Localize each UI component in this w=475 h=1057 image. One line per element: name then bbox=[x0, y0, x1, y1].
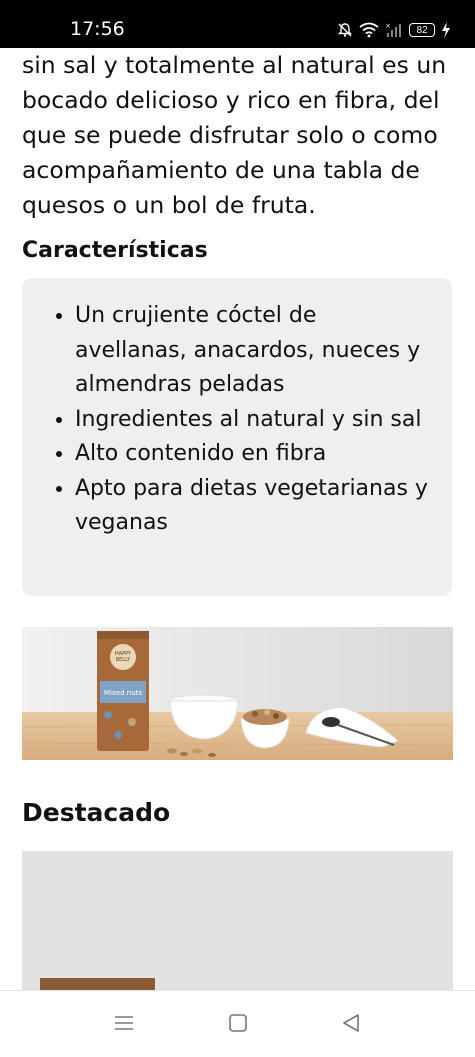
wifi-icon bbox=[359, 22, 379, 38]
back-triangle-icon[interactable] bbox=[340, 1013, 362, 1038]
menu-icon[interactable] bbox=[113, 1013, 135, 1038]
nut-package: HAPPY BELLY Mixed nuts bbox=[97, 631, 149, 751]
features-box: Un crujiente cóctel de avellanas, anacar… bbox=[22, 278, 452, 596]
signal-icon: × bbox=[385, 22, 403, 38]
features-list: Un crujiente cóctel de avellanas, anacar… bbox=[22, 278, 452, 541]
featured-image[interactable] bbox=[22, 851, 453, 1001]
svg-text:×: × bbox=[385, 22, 391, 30]
status-icons: × 82 bbox=[337, 18, 451, 42]
description-line: quesos o un bol de fruta. bbox=[22, 191, 316, 219]
description-line: acompañamiento de una tabla de bbox=[22, 156, 420, 184]
home-square-icon[interactable] bbox=[227, 1013, 249, 1038]
svg-text:BELLY: BELLY bbox=[116, 657, 131, 663]
destacado-heading: Destacado bbox=[22, 798, 171, 827]
description-line: que se puede disfrutar solo o como bbox=[22, 121, 438, 149]
status-time: 17:56 bbox=[70, 18, 125, 40]
package-label-text: Mixed nuts bbox=[104, 689, 143, 697]
system-navigation-bar bbox=[0, 990, 475, 1057]
description-line: bocado delicioso y rico en fibra, del bbox=[22, 86, 440, 114]
feature-item: Apto para dietas vegetarianas y veganas bbox=[75, 472, 432, 541]
features-heading: Características bbox=[22, 238, 208, 263]
description-line: sin sal y totalmente al natural es un bbox=[22, 51, 447, 79]
battery-icon: 82 bbox=[409, 23, 435, 37]
mute-bell-icon bbox=[337, 22, 353, 38]
feature-item: Ingredientes al natural y sin sal bbox=[75, 403, 432, 438]
status-bar: 17:56 × 82 bbox=[0, 0, 475, 48]
feature-item: Alto contenido en fibra bbox=[75, 437, 432, 472]
product-lifestyle-image[interactable]: HAPPY BELLY Mixed nuts bbox=[22, 627, 453, 760]
feature-item: Un crujiente cóctel de avellanas, anacar… bbox=[75, 299, 432, 403]
product-description: sin sal y totalmente al natural es un bo… bbox=[22, 48, 452, 223]
charging-bolt-icon bbox=[441, 22, 451, 38]
